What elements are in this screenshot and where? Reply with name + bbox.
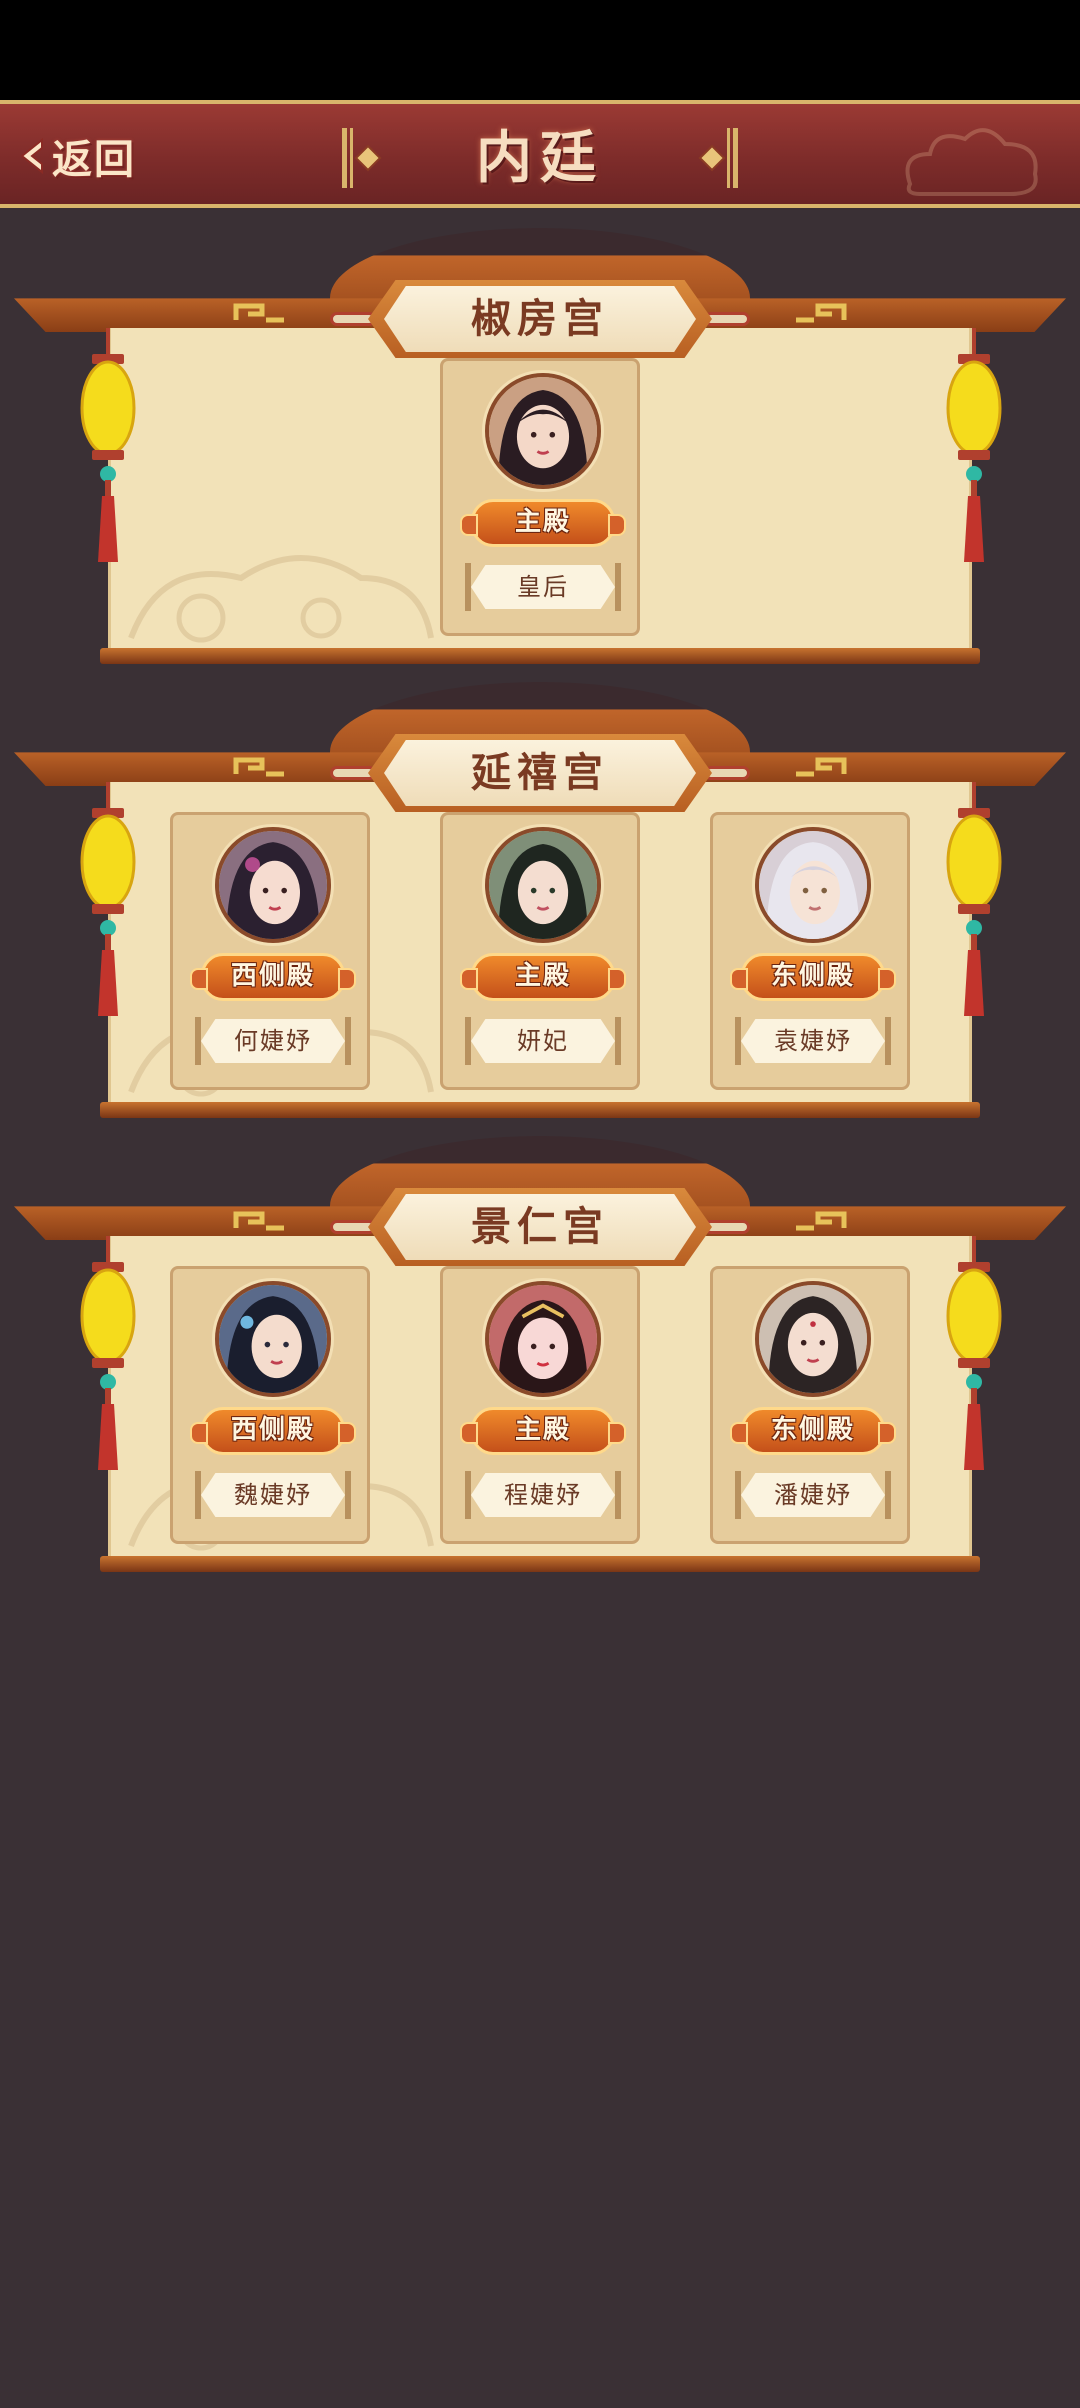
hall-badge: 主殿 <box>460 953 626 1001</box>
rank-rail <box>885 1471 891 1519</box>
consort-portrait <box>755 827 871 943</box>
consort-rank: 魏婕妤 <box>201 1473 345 1517</box>
rank-rail <box>465 1017 471 1065</box>
back-button[interactable]: 返回 <box>12 126 162 186</box>
consort-rank: 妍妃 <box>471 1019 615 1063</box>
rank-rail <box>885 1017 891 1065</box>
eave-ornament-icon <box>796 757 847 777</box>
palace-panel-2: 延禧宫 西侧殿 何婕妤 主殿 妍妃 东侧殿 袁婕妤 <box>0 682 1080 1122</box>
palace-name: 景仁宫 <box>384 1194 696 1260</box>
rank-rail <box>735 1471 741 1519</box>
eave-ornament-icon <box>233 1211 284 1231</box>
palace-name: 延禧宫 <box>384 740 696 806</box>
consort-slot[interactable]: 东侧殿 袁婕妤 <box>710 812 910 1090</box>
hall-badge: 东侧殿 <box>730 953 896 1001</box>
consort-slot[interactable]: 西侧殿 何婕妤 <box>170 812 370 1090</box>
palace-panel-1: 椒房宫 主殿 皇后 <box>0 228 1080 668</box>
panel-base <box>100 1556 980 1572</box>
rank-rail <box>345 1017 351 1065</box>
consort-portrait <box>485 373 601 489</box>
palace-panel-3: 景仁宫 西侧殿 魏婕妤 主殿 程婕妤 东侧殿 潘婕妤 <box>0 1136 1080 1576</box>
title-left-ornament-icon <box>342 128 382 188</box>
lantern-icon <box>946 328 1002 562</box>
lantern-icon <box>946 1236 1002 1470</box>
consort-portrait <box>215 1281 331 1397</box>
hall-badge: 东侧殿 <box>730 1407 896 1455</box>
hall-badge: 西侧殿 <box>190 1407 356 1455</box>
rank-rail <box>195 1017 201 1065</box>
top-header: 返回 内廷 <box>0 100 1080 208</box>
rank-rail <box>465 563 471 611</box>
cloud-decoration-icon <box>905 128 1038 196</box>
consort-rank: 皇后 <box>471 565 615 609</box>
rank-rail <box>615 1471 621 1519</box>
consort-rank: 何婕妤 <box>201 1019 345 1063</box>
eave-ornament-icon <box>796 303 847 323</box>
consort-rank: 潘婕妤 <box>741 1473 885 1517</box>
rank-rail <box>615 1017 621 1065</box>
lantern-icon <box>80 1236 136 1470</box>
panel-base <box>100 1102 980 1118</box>
hall-badge: 主殿 <box>460 499 626 547</box>
hall-badge: 主殿 <box>460 1407 626 1455</box>
eave-ornament-icon <box>233 757 284 777</box>
title-right-ornament-icon <box>698 128 738 188</box>
lantern-icon <box>946 782 1002 1016</box>
lantern-icon <box>80 782 136 1016</box>
consort-slot[interactable]: 主殿 程婕妤 <box>440 1266 640 1544</box>
eave-ornament-icon <box>796 1211 847 1231</box>
hall-badge: 西侧殿 <box>190 953 356 1001</box>
rank-rail <box>735 1017 741 1065</box>
back-label: 返回 <box>52 136 136 183</box>
rank-rail <box>465 1471 471 1519</box>
back-arrow-icon <box>12 134 46 178</box>
rank-rail <box>615 563 621 611</box>
consort-slot[interactable]: 主殿 妍妃 <box>440 812 640 1090</box>
lantern-icon <box>80 328 136 562</box>
consort-portrait <box>485 827 601 943</box>
eave-ornament-icon <box>233 303 284 323</box>
page-title: 内廷 <box>476 125 604 191</box>
status-bar <box>0 0 1080 100</box>
consort-portrait <box>215 827 331 943</box>
consort-rank: 程婕妤 <box>471 1473 615 1517</box>
panel-base <box>100 648 980 664</box>
cloud-pattern-icon <box>128 555 434 643</box>
consort-slot[interactable]: 东侧殿 潘婕妤 <box>710 1266 910 1544</box>
rank-rail <box>345 1471 351 1519</box>
consort-portrait <box>485 1281 601 1397</box>
palace-name: 椒房宫 <box>384 286 696 352</box>
consort-slot[interactable]: 西侧殿 魏婕妤 <box>170 1266 370 1544</box>
rank-rail <box>195 1471 201 1519</box>
consort-slot[interactable]: 主殿 皇后 <box>440 358 640 636</box>
consort-rank: 袁婕妤 <box>741 1019 885 1063</box>
consort-portrait <box>755 1281 871 1397</box>
